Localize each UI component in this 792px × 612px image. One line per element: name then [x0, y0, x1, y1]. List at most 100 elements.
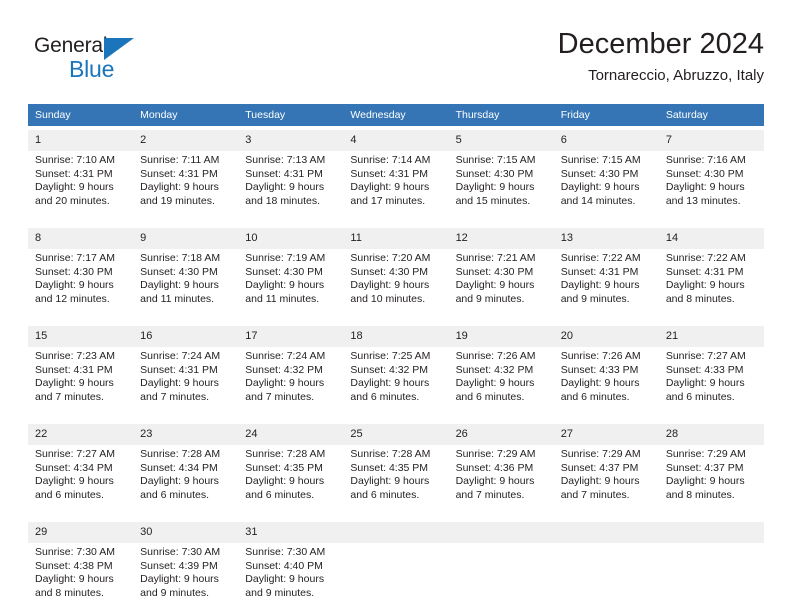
day-number[interactable]: 15	[28, 326, 134, 347]
day-cell[interactable]: Sunrise: 7:30 AM Sunset: 4:40 PM Dayligh…	[238, 543, 344, 610]
day-number[interactable]: 21	[658, 326, 764, 347]
day-cell[interactable]: Sunrise: 7:30 AM Sunset: 4:39 PM Dayligh…	[133, 543, 239, 610]
daylight-text-2: and 12 minutes.	[35, 292, 110, 305]
day-cell[interactable]: Sunrise: 7:27 AM Sunset: 4:34 PM Dayligh…	[28, 445, 134, 512]
day-number[interactable]: 20	[553, 326, 659, 347]
day-cell[interactable]: Sunrise: 7:21 AM Sunset: 4:30 PM Dayligh…	[448, 249, 554, 316]
day-cell[interactable]: Sunrise: 7:11 AM Sunset: 4:31 PM Dayligh…	[133, 151, 239, 218]
day-cell[interactable]: Sunrise: 7:29 AM Sunset: 4:36 PM Dayligh…	[448, 445, 554, 512]
day-cell[interactable]: Sunrise: 7:23 AM Sunset: 4:31 PM Dayligh…	[28, 347, 134, 414]
day-number[interactable]: 19	[448, 326, 554, 347]
day-number[interactable]: 9	[133, 228, 239, 249]
daylight-text-2: and 7 minutes.	[245, 390, 315, 403]
day-cell[interactable]: Sunrise: 7:20 AM Sunset: 4:30 PM Dayligh…	[343, 249, 449, 316]
day-number[interactable]: 10	[238, 228, 344, 249]
day-number[interactable]: 13	[553, 228, 659, 249]
day-number[interactable]: 12	[448, 228, 554, 249]
day-cell[interactable]: Sunrise: 7:27 AM Sunset: 4:33 PM Dayligh…	[658, 347, 764, 414]
weekday-header-saturday: Saturday	[658, 104, 764, 126]
daylight-text-2: and 11 minutes.	[140, 292, 215, 305]
daylight-text-2: and 11 minutes.	[245, 292, 320, 305]
day-number[interactable]: 29	[28, 522, 134, 543]
day-number[interactable]: 25	[343, 424, 449, 445]
daylight-text-2: and 13 minutes.	[665, 194, 741, 207]
day-number[interactable]: 23	[133, 424, 239, 445]
day-number[interactable]: 18	[343, 326, 449, 347]
day-number[interactable]: 26	[448, 424, 554, 445]
sunset-text: Sunset: 4:30 PM	[455, 167, 534, 180]
day-number-empty	[658, 522, 764, 543]
sunrise-text: Sunrise: 7:26 AM	[455, 350, 536, 362]
day-number[interactable]: 22	[28, 424, 134, 445]
day-cell[interactable]: Sunrise: 7:26 AM Sunset: 4:32 PM Dayligh…	[448, 347, 554, 414]
day-number[interactable]: 27	[553, 424, 659, 445]
day-cell[interactable]: Sunrise: 7:19 AM Sunset: 4:30 PM Dayligh…	[238, 249, 344, 316]
day-cell[interactable]: Sunrise: 7:13 AM Sunset: 4:31 PM Dayligh…	[238, 151, 344, 218]
day-number[interactable]: 2	[133, 130, 239, 151]
sunset-text: Sunset: 4:31 PM	[140, 167, 218, 180]
day-cell[interactable]: Sunrise: 7:29 AM Sunset: 4:37 PM Dayligh…	[553, 445, 659, 512]
day-cell[interactable]: Sunrise: 7:28 AM Sunset: 4:35 PM Dayligh…	[238, 445, 344, 512]
day-number[interactable]: 17	[238, 326, 344, 347]
day-cell[interactable]: Sunrise: 7:24 AM Sunset: 4:32 PM Dayligh…	[238, 347, 344, 414]
sunrise-text: Sunrise: 7:24 AM	[245, 350, 326, 362]
day-number[interactable]: 1	[28, 130, 134, 151]
sunrise-text: Sunrise: 7:28 AM	[140, 448, 221, 460]
sunset-text: Sunset: 4:33 PM	[665, 363, 744, 376]
day-number[interactable]: 8	[28, 228, 134, 249]
daylight-text-2: and 9 minutes.	[140, 586, 210, 599]
week-3-detail-row: Sunrise: 7:23 AM Sunset: 4:31 PM Dayligh…	[28, 347, 764, 414]
sunset-text: Sunset: 4:35 PM	[350, 461, 429, 474]
sunrise-text: Sunrise: 7:29 AM	[455, 448, 536, 460]
daylight-text-2: and 18 minutes.	[245, 194, 320, 207]
day-cell[interactable]: Sunrise: 7:30 AM Sunset: 4:38 PM Dayligh…	[28, 543, 134, 610]
day-cell[interactable]: Sunrise: 7:17 AM Sunset: 4:30 PM Dayligh…	[28, 249, 134, 316]
sunset-text: Sunset: 4:31 PM	[245, 167, 323, 180]
sunrise-text: Sunrise: 7:30 AM	[245, 546, 326, 558]
day-cell[interactable]: Sunrise: 7:24 AM Sunset: 4:31 PM Dayligh…	[133, 347, 239, 414]
day-cell[interactable]: Sunrise: 7:15 AM Sunset: 4:30 PM Dayligh…	[448, 151, 554, 218]
daylight-text-2: and 7 minutes.	[455, 488, 525, 501]
day-number[interactable]: 16	[133, 326, 239, 347]
daylight-text-2: and 6 minutes.	[560, 390, 630, 403]
sunset-text: Sunset: 4:30 PM	[350, 265, 429, 278]
day-cell[interactable]: Sunrise: 7:22 AM Sunset: 4:31 PM Dayligh…	[658, 249, 764, 316]
sunrise-text: Sunrise: 7:14 AM	[350, 154, 431, 166]
week-2-detail-row: Sunrise: 7:17 AM Sunset: 4:30 PM Dayligh…	[28, 249, 764, 316]
sunrise-text: Sunrise: 7:22 AM	[665, 252, 746, 264]
day-cell[interactable]: Sunrise: 7:29 AM Sunset: 4:37 PM Dayligh…	[658, 445, 764, 512]
day-number[interactable]: 3	[238, 130, 344, 151]
day-number[interactable]: 5	[448, 130, 554, 151]
day-cell[interactable]: Sunrise: 7:26 AM Sunset: 4:33 PM Dayligh…	[553, 347, 659, 414]
day-number[interactable]: 11	[343, 228, 449, 249]
general-blue-logo[interactable]: General Blue	[34, 34, 214, 90]
day-cell[interactable]: Sunrise: 7:22 AM Sunset: 4:31 PM Dayligh…	[553, 249, 659, 316]
day-cell[interactable]: Sunrise: 7:28 AM Sunset: 4:34 PM Dayligh…	[133, 445, 239, 512]
day-number[interactable]: 24	[238, 424, 344, 445]
sunrise-text: Sunrise: 7:15 AM	[455, 154, 536, 166]
day-cell[interactable]: Sunrise: 7:25 AM Sunset: 4:32 PM Dayligh…	[343, 347, 449, 414]
day-cell[interactable]: Sunrise: 7:15 AM Sunset: 4:30 PM Dayligh…	[553, 151, 659, 218]
daylight-text-2: and 15 minutes.	[455, 194, 531, 207]
daylight-text-2: and 9 minutes.	[245, 586, 315, 599]
day-cell-empty	[448, 543, 554, 610]
daylight-text-2: and 7 minutes.	[140, 390, 210, 403]
day-number[interactable]: 4	[343, 130, 449, 151]
day-cell[interactable]: Sunrise: 7:18 AM Sunset: 4:30 PM Dayligh…	[133, 249, 239, 316]
day-cell[interactable]: Sunrise: 7:10 AM Sunset: 4:31 PM Dayligh…	[28, 151, 134, 218]
day-number[interactable]: 6	[553, 130, 659, 151]
day-number[interactable]: 30	[133, 522, 239, 543]
day-cell[interactable]: Sunrise: 7:28 AM Sunset: 4:35 PM Dayligh…	[343, 445, 449, 512]
weekday-header-monday: Monday	[133, 104, 239, 126]
day-cell-empty	[553, 543, 659, 610]
day-number[interactable]: 7	[658, 130, 764, 151]
daylight-text-2: and 9 minutes.	[560, 292, 630, 305]
sunset-text: Sunset: 4:34 PM	[35, 461, 113, 474]
day-number[interactable]: 28	[658, 424, 764, 445]
day-number[interactable]: 14	[658, 228, 764, 249]
day-cell[interactable]: Sunrise: 7:16 AM Sunset: 4:30 PM Dayligh…	[658, 151, 764, 218]
day-cell[interactable]: Sunrise: 7:14 AM Sunset: 4:31 PM Dayligh…	[343, 151, 449, 218]
day-number[interactable]: 31	[238, 522, 344, 543]
daylight-text-1: Daylight: 9 hours	[665, 377, 745, 390]
daylight-text-1: Daylight: 9 hours	[140, 475, 219, 488]
